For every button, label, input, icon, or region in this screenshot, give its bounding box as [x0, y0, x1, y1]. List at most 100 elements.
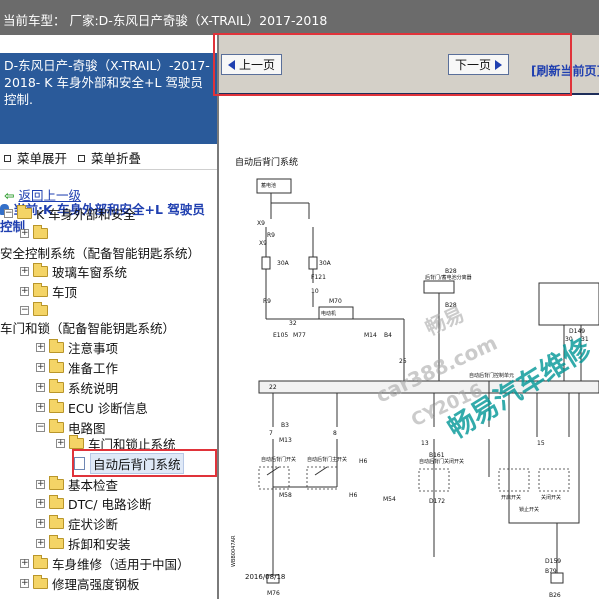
- tree-item-label: 基本检查: [68, 477, 119, 493]
- page-nav-bar: 上一页 下一页 [刷新当前页]: [213, 33, 599, 96]
- tree-item-label: 车门和锁（配备智能钥匙系统）: [0, 320, 176, 336]
- tree-item-ecu[interactable]: + ECU 诊断信息: [36, 397, 148, 417]
- sidebar-divider: [0, 169, 217, 170]
- expand-toggle-icon[interactable]: +: [20, 286, 29, 296]
- expand-toggle-icon[interactable]: +: [36, 479, 45, 489]
- sidebar: D-东风日产-奇骏（X-TRAIL）-2017-2018- K 车身外部和安全+…: [0, 35, 219, 599]
- connector-label: D172: [429, 498, 445, 505]
- tree-item-steel[interactable]: + 修理高强度钢板: [20, 573, 140, 593]
- connector-label: M54: [383, 496, 396, 503]
- tree-item-preparation[interactable]: + 准备工作: [36, 357, 118, 377]
- nav-highlight-box: [213, 33, 572, 96]
- collapse-square-icon: [78, 155, 85, 162]
- tree-item-k[interactable]: − K 车身外部和安全: [4, 203, 136, 223]
- folder-icon: [69, 434, 84, 449]
- control-unit-label: 自动后背门控制单元: [469, 372, 514, 379]
- tree-item-label: 准备工作: [68, 360, 119, 376]
- diagram-title: 自动后背门系统: [235, 156, 298, 168]
- diagram-date: 2016/08/18: [245, 573, 285, 581]
- tree-item-security[interactable]: 安全控制系统（配备智能钥匙系统）: [0, 242, 200, 262]
- tree-item-description[interactable]: + 系统说明: [36, 377, 118, 397]
- tree-item-doors[interactable]: 车门和锁（配备智能钥匙系统）: [0, 317, 175, 337]
- switch-label: 关闭开关: [541, 494, 561, 501]
- tree-item-label: 玻璃车窗系统: [52, 264, 128, 280]
- switch-label: 开启开关: [501, 494, 521, 501]
- tree-item-label: 安全控制系统（配备智能钥匙系统）: [0, 245, 201, 261]
- pin-label: 30: [565, 336, 573, 343]
- expand-toggle-icon[interactable]: +: [36, 362, 45, 372]
- pin-label: 8: [333, 430, 337, 437]
- collapse-toggle-icon[interactable]: −: [36, 422, 45, 432]
- folder-icon: [33, 224, 48, 239]
- folder-icon: [49, 338, 64, 353]
- tree-item-precautions[interactable]: + 注意事项: [36, 337, 118, 357]
- tree-item-basic-check[interactable]: + 基本检查: [36, 474, 118, 494]
- connector-label: B4: [384, 332, 392, 339]
- fuse-box-label: 后背门/蓄电池分离器: [425, 274, 472, 281]
- expand-toggle-icon[interactable]: +: [36, 538, 45, 548]
- tree-item-label: 注意事项: [68, 340, 119, 356]
- expand-toggle-icon[interactable]: +: [20, 578, 29, 588]
- expand-toggle-icon[interactable]: +: [36, 498, 45, 508]
- expand-toggle-icon[interactable]: +: [36, 382, 45, 392]
- vehicle-title: 当前车型： 厂家:D-东风日产奇骏（X-TRAIL）2017-2018: [3, 13, 328, 28]
- pin-label: 15: [537, 440, 545, 447]
- tree-item-body-repair[interactable]: + 车身维修（适用于中国）: [20, 553, 190, 573]
- folder-icon: [33, 554, 48, 569]
- connector-label: M13: [279, 437, 292, 444]
- folder-icon: [33, 574, 48, 589]
- folder-icon: [17, 204, 32, 219]
- tree-item-glass[interactable]: + 玻璃车窗系统: [20, 261, 127, 281]
- connector-label: M14: [364, 332, 377, 339]
- tree-item-label: 系统说明: [68, 380, 119, 396]
- tree-item-removal[interactable]: + 拆卸和安装: [36, 533, 131, 553]
- switch-label: 自动后背门主开关: [307, 456, 347, 463]
- expand-toggle-icon[interactable]: +: [36, 342, 45, 352]
- tree-item-roof[interactable]: + 车顶: [20, 281, 77, 301]
- folder-icon: [49, 475, 64, 490]
- menu-expand-button[interactable]: 菜单展开: [4, 148, 67, 167]
- tree-item-label: ECU 诊断信息: [68, 400, 148, 416]
- menu-expand-label: 菜单展开: [17, 151, 68, 166]
- expand-toggle-icon[interactable]: +: [36, 402, 45, 412]
- connector-label: M70: [329, 298, 342, 305]
- expand-toggle-icon[interactable]: +: [36, 518, 45, 528]
- tree-item-label: 拆卸和安装: [68, 536, 131, 552]
- folder-icon: [49, 418, 64, 433]
- battery-label: 蓄电池: [261, 182, 276, 189]
- motor-label: 电动机: [321, 310, 336, 317]
- pin-label: 32: [289, 320, 297, 327]
- pin-label: 10: [311, 288, 319, 295]
- menu-collapse-button[interactable]: 菜单折叠: [78, 148, 141, 167]
- folder-icon: [49, 358, 64, 373]
- expand-toggle-icon[interactable]: +: [20, 266, 29, 276]
- tree-item-symptom[interactable]: + 症状诊断: [36, 513, 118, 533]
- menu-collapse-label: 菜单折叠: [91, 151, 142, 166]
- fuse-label: 30A: [319, 260, 332, 267]
- connector-label: B26: [549, 592, 561, 599]
- connector-label: R9: [267, 232, 275, 239]
- expand-toggle-icon[interactable]: +: [20, 228, 29, 238]
- app-window: 当前车型： 厂家:D-东风日产奇骏（X-TRAIL）2017-2018 D-东风…: [0, 0, 599, 599]
- diagram-code: WBB0047AR: [231, 535, 237, 567]
- folder-icon: [33, 262, 48, 277]
- tree-item-folder[interactable]: +: [20, 223, 52, 243]
- connector-label: X9: [259, 240, 267, 247]
- connector-label: B79: [545, 568, 557, 575]
- sidebar-header-text: D-东风日产-奇骏（X-TRAIL）-2017-2018- K 车身外部和安全+…: [4, 58, 210, 107]
- pin-label: 31: [581, 336, 589, 343]
- tree-item-label: 车身维修（适用于中国）: [52, 556, 190, 572]
- tree-item-dtc[interactable]: + DTC/ 电路诊断: [36, 493, 151, 513]
- collapse-toggle-icon[interactable]: −: [20, 305, 29, 315]
- folder-icon: [33, 282, 48, 297]
- expand-toggle-icon[interactable]: +: [56, 438, 65, 448]
- connector-label: E105: [273, 332, 288, 339]
- folder-icon: [33, 301, 48, 316]
- expand-toggle-icon[interactable]: +: [20, 558, 29, 568]
- connector-label: F121: [311, 274, 326, 281]
- sidebar-header: D-东风日产-奇骏（X-TRAIL）-2017-2018- K 车身外部和安全+…: [0, 53, 217, 144]
- top-bar: 当前车型： 厂家:D-东风日产奇骏（X-TRAIL）2017-2018: [0, 0, 599, 35]
- pin-label: 25: [399, 358, 407, 365]
- pin-label: 13: [421, 440, 429, 447]
- collapse-toggle-icon[interactable]: −: [4, 208, 13, 218]
